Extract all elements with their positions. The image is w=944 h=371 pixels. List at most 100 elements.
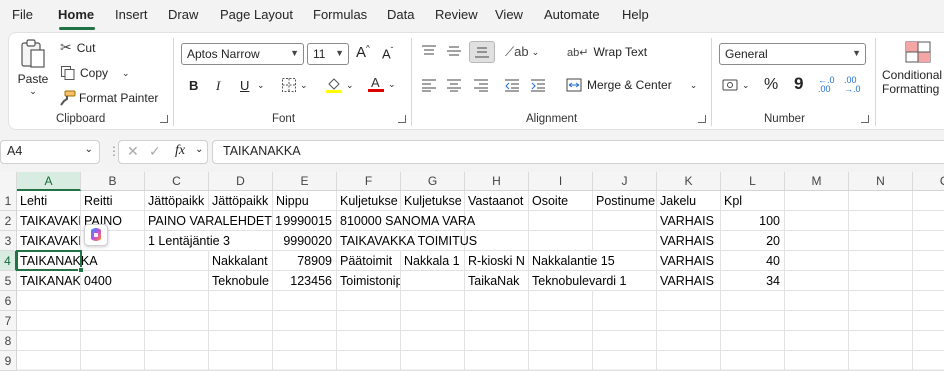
column-header-j[interactable]: J bbox=[593, 172, 657, 191]
chevron-down-icon[interactable]: ⌄ bbox=[29, 86, 37, 97]
cell-empty[interactable] bbox=[17, 331, 81, 351]
cell-empty[interactable] bbox=[785, 331, 849, 351]
increase-indent-button[interactable] bbox=[530, 78, 546, 92]
accounting-format-button[interactable]: ⌄ bbox=[722, 77, 750, 93]
cell-g1[interactable]: Kuljetukse bbox=[401, 191, 465, 211]
cell-empty[interactable] bbox=[785, 231, 849, 251]
cell-empty[interactable] bbox=[657, 311, 721, 331]
column-header-l[interactable]: L bbox=[721, 172, 785, 191]
cell-f1[interactable]: Kuljetukse bbox=[337, 191, 401, 211]
chevron-down-icon[interactable]: ⌄ bbox=[122, 68, 130, 79]
column-header-o[interactable]: O bbox=[913, 172, 944, 191]
cell-empty[interactable] bbox=[593, 351, 657, 371]
tab-formulas[interactable]: Formulas bbox=[313, 7, 367, 22]
cell-e1[interactable]: Nippu bbox=[273, 191, 337, 211]
fill-color-button[interactable]: ⌄ bbox=[325, 76, 354, 94]
cell-b1[interactable]: Reitti bbox=[81, 191, 145, 211]
tab-help[interactable]: Help bbox=[622, 7, 649, 22]
comma-button[interactable]: 9 bbox=[794, 74, 803, 94]
align-middle-button[interactable] bbox=[446, 44, 462, 58]
cell-empty[interactable] bbox=[273, 291, 337, 311]
row-header-5[interactable]: 5 bbox=[0, 271, 17, 291]
cell-c1[interactable]: Jättöpaikk bbox=[145, 191, 209, 211]
cell-l3[interactable]: 20 bbox=[721, 231, 785, 251]
cell-empty[interactable] bbox=[337, 311, 401, 331]
row-header-4[interactable]: 4 bbox=[0, 251, 17, 271]
cell-c3[interactable]: 1 Lentäjäntie 3 bbox=[145, 231, 230, 251]
cell-i2[interactable] bbox=[529, 211, 593, 231]
cell-k3[interactable]: VARHAIS bbox=[657, 231, 721, 251]
cell-empty[interactable] bbox=[529, 311, 593, 331]
merge-center-button[interactable]: Merge & Center ⌄ bbox=[566, 78, 697, 92]
cell-empty[interactable] bbox=[721, 331, 785, 351]
cell-e4[interactable]: 78909 bbox=[273, 251, 337, 271]
cell-j2[interactable] bbox=[593, 211, 657, 231]
cell-d5[interactable]: Teknobule bbox=[209, 271, 273, 291]
font-color-button[interactable]: A ⌄ bbox=[367, 75, 396, 93]
cell-g4[interactable]: Nakkala 1 bbox=[401, 251, 465, 271]
tab-data[interactable]: Data bbox=[387, 7, 414, 22]
cut-button[interactable]: ✂ Cut bbox=[60, 39, 95, 56]
decrease-font-button[interactable]: Aˇ bbox=[382, 46, 393, 61]
cell-empty[interactable] bbox=[785, 311, 849, 331]
cell-f5[interactable]: Toimistonippu bbox=[337, 271, 401, 291]
column-header-d[interactable]: D bbox=[209, 172, 273, 191]
row-header-9[interactable]: 9 bbox=[0, 351, 17, 371]
percent-button[interactable]: % bbox=[764, 76, 778, 94]
cell-empty[interactable] bbox=[721, 351, 785, 371]
cell-i3[interactable] bbox=[529, 231, 593, 251]
italic-button[interactable]: I bbox=[216, 78, 220, 94]
cell-empty[interactable] bbox=[145, 291, 209, 311]
cell-empty[interactable] bbox=[721, 311, 785, 331]
cell-e3[interactable]: 9990020 bbox=[273, 231, 337, 251]
tab-view[interactable]: View bbox=[495, 7, 523, 22]
cell-empty[interactable] bbox=[849, 351, 913, 371]
column-header-h[interactable]: H bbox=[465, 172, 529, 191]
cell-empty[interactable] bbox=[529, 291, 593, 311]
cell-f2[interactable]: 810000 SANOMA VARA bbox=[337, 211, 475, 231]
cell-a3[interactable]: TAIKAVAKK bbox=[17, 231, 81, 251]
column-header-n[interactable]: N bbox=[849, 172, 913, 191]
column-header-a[interactable]: A bbox=[17, 172, 81, 191]
cell-empty[interactable] bbox=[465, 351, 529, 371]
cell-empty[interactable] bbox=[913, 231, 944, 251]
cell-empty[interactable] bbox=[913, 351, 944, 371]
row-header-3[interactable]: 3 bbox=[0, 231, 17, 251]
tab-file[interactable]: File bbox=[12, 7, 33, 22]
row-header-2[interactable]: 2 bbox=[0, 211, 17, 231]
cell-empty[interactable] bbox=[849, 211, 913, 231]
cell-empty[interactable] bbox=[785, 251, 849, 271]
row-header-6[interactable]: 6 bbox=[0, 291, 17, 311]
cell-empty[interactable] bbox=[401, 351, 465, 371]
cell-empty[interactable] bbox=[273, 331, 337, 351]
cell-g5[interactable] bbox=[401, 271, 465, 291]
cell-empty[interactable] bbox=[17, 351, 81, 371]
orientation-button[interactable]: ⟋ab ⌄ bbox=[505, 44, 539, 60]
cell-empty[interactable] bbox=[913, 271, 944, 291]
cell-empty[interactable] bbox=[401, 291, 465, 311]
cell-i5[interactable]: Teknobulevardi 1 bbox=[529, 271, 627, 291]
font-size-select[interactable]: 11 ▼ bbox=[307, 43, 349, 65]
cell-a5[interactable]: TAIKANAK bbox=[17, 271, 81, 291]
copy-button[interactable]: Copy ⌄ bbox=[60, 65, 130, 81]
tab-page-layout[interactable]: Page Layout bbox=[220, 7, 293, 22]
cell-empty[interactable] bbox=[785, 291, 849, 311]
format-painter-button[interactable]: Format Painter bbox=[60, 90, 158, 106]
cell-empty[interactable] bbox=[721, 291, 785, 311]
cell-empty[interactable] bbox=[81, 331, 145, 351]
cell-d4[interactable]: Nakkalant bbox=[209, 251, 273, 271]
column-header-i[interactable]: I bbox=[529, 172, 593, 191]
tab-draw[interactable]: Draw bbox=[168, 7, 198, 22]
insert-function-icon[interactable]: fx bbox=[175, 143, 185, 159]
cell-c5[interactable] bbox=[145, 271, 209, 291]
cell-empty[interactable] bbox=[913, 191, 944, 211]
align-right-button[interactable] bbox=[473, 78, 489, 92]
cell-empty[interactable] bbox=[465, 331, 529, 351]
cell-empty[interactable] bbox=[529, 351, 593, 371]
increase-decimal-button[interactable]: ←.0.00 bbox=[818, 76, 835, 94]
cell-empty[interactable] bbox=[785, 191, 849, 211]
cell-empty[interactable] bbox=[81, 291, 145, 311]
tab-review[interactable]: Review bbox=[435, 7, 478, 22]
cell-empty[interactable] bbox=[81, 351, 145, 371]
cell-e2[interactable]: 9990015 bbox=[273, 211, 337, 231]
